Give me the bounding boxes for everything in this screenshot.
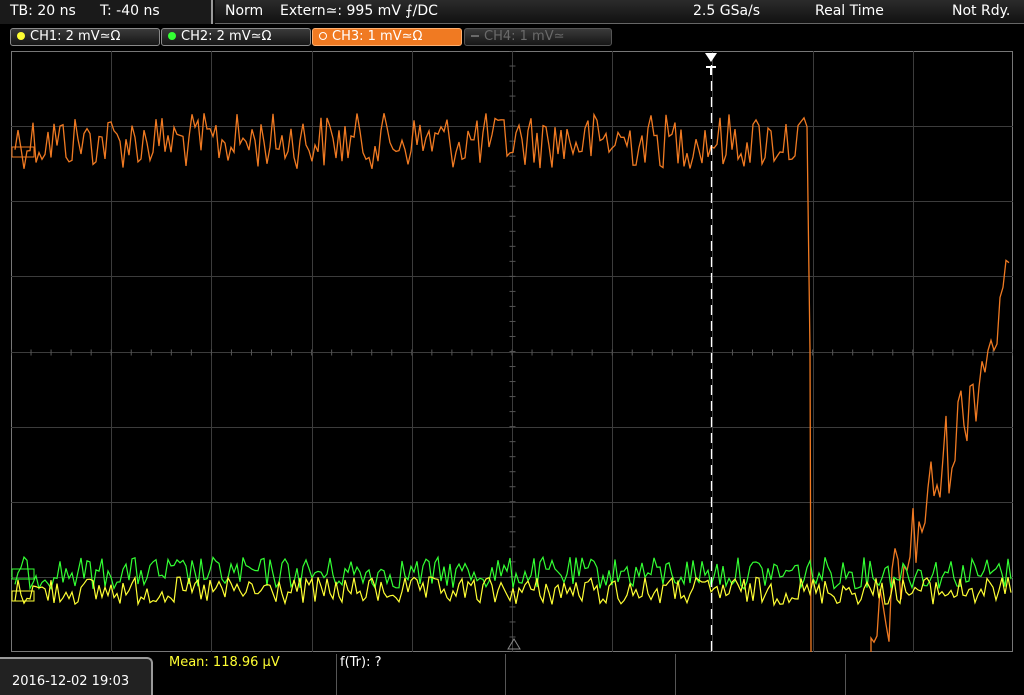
sample-rate[interactable]: 2.5 GSa/s	[693, 3, 760, 19]
waveform-display[interactable]	[11, 51, 1013, 652]
trigger-offset-value[interactable]: T: -40 ns	[100, 3, 160, 19]
ch1-indicator-icon	[17, 32, 25, 40]
acquisition-state: Not Rdy.	[952, 3, 1011, 19]
tab-ch1[interactable]: CH1: 2 mV≃Ω	[10, 28, 160, 46]
trigger-frequency-measurement[interactable]: f(Tr): ?	[340, 655, 382, 670]
measurement-slot-4[interactable]	[675, 654, 845, 695]
timebase-panel[interactable]: TB: 20 ns T: -40 ns	[0, 0, 213, 24]
waveform-canvas[interactable]	[11, 51, 1013, 652]
acquisition-mode[interactable]: Real Time	[815, 3, 884, 19]
trigger-T-glyph	[706, 66, 716, 75]
ground-triangle-icon	[507, 638, 521, 650]
tab-ch4[interactable]: CH4: 1 mV≃	[464, 28, 612, 46]
ch3-label: CH3: 1 mV≃Ω	[332, 29, 423, 44]
ch1-label: CH1: 2 mV≃Ω	[30, 29, 121, 44]
ch4-label: CH4: 1 mV≃	[484, 29, 565, 44]
ch2-indicator-icon	[168, 32, 176, 40]
tab-ch2[interactable]: CH2: 2 mV≃Ω	[161, 28, 311, 46]
timebase-value[interactable]: TB: 20 ns	[10, 3, 76, 19]
ch4-indicator-icon	[471, 35, 479, 37]
trigger-source[interactable]: Extern≃: 995 mV ⨍/DC	[280, 3, 438, 19]
tab-ch3[interactable]: CH3: 1 mV≃Ω	[312, 28, 462, 46]
ch2-label: CH2: 2 mV≃Ω	[181, 29, 272, 44]
mean-measurement[interactable]: Mean: 118.96 µV	[169, 655, 280, 670]
acquisition-panel[interactable]: Norm Extern≃: 995 mV ⨍/DC 2.5 GSa/s Real…	[215, 0, 1024, 24]
trigger-T-icon	[705, 53, 717, 62]
graticule	[11, 51, 1013, 652]
measurement-slot-5[interactable]	[845, 654, 1024, 695]
ch3-indicator-icon	[319, 32, 327, 40]
trigger-mode[interactable]: Norm	[225, 3, 263, 19]
measurement-slot-3[interactable]	[505, 654, 675, 695]
datetime: 2016-12-02 19:03	[12, 674, 130, 689]
